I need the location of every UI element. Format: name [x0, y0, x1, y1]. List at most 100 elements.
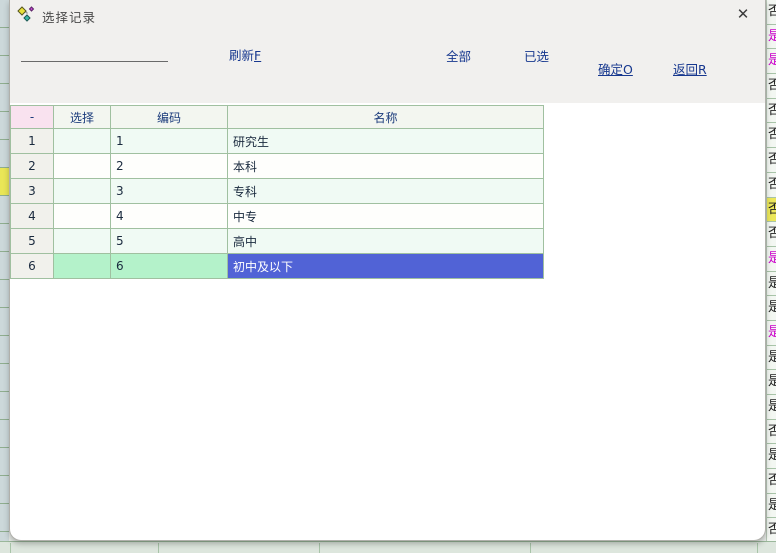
bg-cell [0, 84, 9, 112]
records-diamond-icon [16, 6, 36, 27]
header-dash[interactable]: - [11, 106, 54, 129]
bg-cell-value: 是 [767, 247, 776, 272]
refresh-button[interactable]: 刷新F [229, 45, 261, 64]
bg-cell [0, 196, 9, 224]
bg-cell-value: 是 [767, 494, 776, 519]
select-cell[interactable] [54, 229, 111, 254]
table-row[interactable]: 4 4 中专 [11, 204, 544, 229]
header-name[interactable]: 名称 [228, 106, 544, 129]
selected-button[interactable]: 已选 [524, 46, 549, 65]
bg-cell [0, 56, 9, 84]
bg-cell [0, 280, 9, 308]
bg-cell [0, 448, 9, 476]
bg-cell-value: 是 [767, 25, 776, 50]
select-cell[interactable] [54, 254, 111, 279]
bg-grid-line [757, 543, 758, 553]
bg-cell [0, 224, 9, 252]
code-cell[interactable]: 5 [111, 229, 228, 254]
bg-cell-value: 否 [767, 99, 776, 124]
bg-cell [0, 140, 9, 168]
bg-cell-value: 是 [767, 395, 776, 420]
bg-cell-value: 否 [767, 148, 776, 173]
bg-cell [0, 504, 9, 532]
name-cell[interactable]: 中专 [228, 204, 544, 229]
record-table: - 选择 编码 名称 1 1 研究生 2 2 本科 3 3 [10, 105, 544, 279]
search-input[interactable] [21, 46, 168, 62]
table-row[interactable]: 1 1 研究生 [11, 129, 544, 154]
back-button[interactable]: 返回R [673, 59, 707, 78]
all-button[interactable]: 全部 [446, 46, 471, 65]
bg-cell-value: 否 [767, 173, 776, 198]
row-number-cell[interactable]: 1 [11, 129, 54, 154]
row-number-cell[interactable]: 5 [11, 229, 54, 254]
select-record-dialog: 选择记录 ✕ 刷新F 全部 已选 确定O 返回R - 选择 编码 名称 1 1 [9, 0, 766, 541]
row-number-cell[interactable]: 3 [11, 179, 54, 204]
name-cell[interactable]: 初中及以下 [228, 254, 544, 279]
bg-cell-value: 是 [767, 444, 776, 469]
bg-cell [0, 252, 9, 280]
close-icon[interactable]: ✕ [734, 5, 752, 23]
bg-grid-line [319, 543, 320, 553]
select-cell[interactable] [54, 129, 111, 154]
bg-cell-value: 否 [767, 518, 776, 543]
bg-cell [0, 476, 9, 504]
bg-cell [0, 392, 9, 420]
table-row[interactable]: 3 3 专科 [11, 179, 544, 204]
bg-cell-value: 否 [767, 123, 776, 148]
row-number-cell[interactable]: 4 [11, 204, 54, 229]
name-cell[interactable]: 研究生 [228, 129, 544, 154]
select-cell[interactable] [54, 204, 111, 229]
code-cell[interactable]: 2 [111, 154, 228, 179]
table-row[interactable]: 2 2 本科 [11, 154, 544, 179]
bg-cell-value: 是 [767, 296, 776, 321]
row-number-cell[interactable]: 6 [11, 254, 54, 279]
refresh-hotkey: F [254, 48, 261, 63]
bg-cell [0, 168, 9, 196]
bg-grid-line [10, 543, 11, 553]
bg-cell [0, 420, 9, 448]
name-cell[interactable]: 高中 [228, 229, 544, 254]
bg-cell-value: 是 [767, 321, 776, 346]
bg-cell [0, 364, 9, 392]
bg-grid-line [530, 543, 531, 553]
bg-cell-value: 否 [767, 469, 776, 494]
bg-cell [0, 0, 9, 28]
select-cell[interactable] [54, 154, 111, 179]
bg-cell-value: 是 [767, 370, 776, 395]
code-cell[interactable]: 3 [111, 179, 228, 204]
bg-cell-value: 是 [767, 49, 776, 74]
header-select[interactable]: 选择 [54, 106, 111, 129]
refresh-label: 刷新 [229, 48, 254, 63]
table-row[interactable]: 5 5 高中 [11, 229, 544, 254]
bg-right-column: 否是是否否否否否否否是是是是是是是否是否是否 [766, 0, 776, 553]
bg-cell-value: 否 [767, 222, 776, 247]
row-number-cell[interactable]: 2 [11, 154, 54, 179]
name-cell[interactable]: 本科 [228, 154, 544, 179]
screen: { "window": { "title": "选择记录", "close_gl… [0, 0, 776, 553]
dialog-title: 选择记录 [42, 7, 96, 26]
code-cell[interactable]: 6 [111, 254, 228, 279]
background-left-strip [0, 0, 9, 553]
bg-cell-value: 否 [767, 0, 776, 25]
title-bar: 选择记录 [16, 6, 96, 26]
bg-cell-value: 是 [767, 346, 776, 371]
bg-cell-value: 是 [767, 272, 776, 297]
ok-button[interactable]: 确定O [598, 59, 633, 78]
bg-cell-value: 否 [767, 198, 776, 223]
bg-cell [0, 112, 9, 140]
name-cell[interactable]: 专科 [228, 179, 544, 204]
select-cell[interactable] [54, 179, 111, 204]
code-cell[interactable]: 4 [111, 204, 228, 229]
table-row-selected[interactable]: 6 6 初中及以下 [11, 254, 544, 279]
bg-cell-value: 否 [767, 74, 776, 99]
bg-cell [0, 308, 9, 336]
bg-cell [0, 28, 9, 56]
bg-cell [0, 336, 9, 364]
background-bottom-strip [0, 541, 776, 553]
dialog-header: 选择记录 ✕ 刷新F 全部 已选 确定O 返回R [10, 0, 765, 103]
header-code[interactable]: 编码 [111, 106, 228, 129]
bg-cell-value: 否 [767, 420, 776, 445]
code-cell[interactable]: 1 [111, 129, 228, 154]
table-header-row: - 选择 编码 名称 [11, 106, 544, 129]
bg-grid-line [158, 543, 159, 553]
